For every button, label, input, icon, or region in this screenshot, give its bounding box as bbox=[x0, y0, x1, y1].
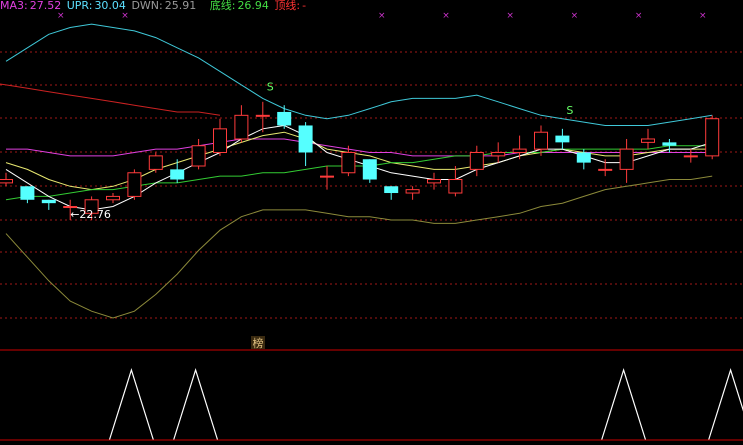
candle-body-12 bbox=[255, 114, 270, 117]
candle-body-33 bbox=[705, 118, 720, 157]
candle-body-30 bbox=[641, 138, 655, 143]
candle-body-29 bbox=[619, 148, 634, 170]
upr-series bbox=[5, 23, 713, 126]
candle-body-25 bbox=[534, 131, 548, 150]
panel-label: 榜 bbox=[253, 336, 264, 350]
ma3-label: MA3: bbox=[0, 0, 28, 12]
candle-body-21 bbox=[448, 179, 463, 194]
upr-label: UPR: bbox=[66, 0, 93, 12]
bottom-line-label: 底线: bbox=[209, 0, 236, 12]
candle-body-26 bbox=[555, 135, 570, 143]
candle-body-10 bbox=[213, 128, 227, 153]
annotation-0: ←22.76 bbox=[70, 208, 111, 221]
candle-body-2 bbox=[41, 199, 56, 204]
candle-body-0 bbox=[0, 179, 13, 184]
indicator-legend: MA3: 27.52 UPR: 30.04 DWN: 25.91 底线: 26.94 顶… bbox=[0, 0, 308, 14]
candle-body-9 bbox=[191, 145, 206, 167]
bottom-line-value: 26.94 bbox=[237, 0, 269, 12]
ma3-value: 27.52 bbox=[29, 0, 62, 12]
stock-chart-window: × × × × × × × × ←22.76 S S 榜 MA3: 27.52 UPR: 30.04 DW… bbox=[0, 0, 743, 445]
candle-body-24 bbox=[512, 148, 527, 153]
candle-body-16 bbox=[341, 151, 356, 174]
top-marker-6: × bbox=[635, 11, 643, 21]
top-marker-3: × bbox=[442, 11, 450, 21]
indicator-spike-0 bbox=[108, 367, 154, 441]
candle-body-27 bbox=[576, 152, 591, 163]
top-marker-7: × bbox=[699, 11, 707, 21]
candle-body-11 bbox=[234, 114, 249, 140]
candlestick-chart: × × × × × × × ×←22.76SS榜 bbox=[0, 11, 743, 441]
candle-body-19 bbox=[405, 189, 420, 194]
candle-body-17 bbox=[362, 159, 377, 180]
top-line-value: - bbox=[302, 0, 307, 12]
candle-body-22 bbox=[469, 151, 484, 170]
candle-body-15 bbox=[320, 175, 334, 178]
candle-body-28 bbox=[598, 168, 613, 171]
candle-body-13 bbox=[277, 111, 292, 126]
candle-body-20 bbox=[427, 179, 441, 184]
candle-body-8 bbox=[170, 169, 185, 180]
top-marker-2: × bbox=[378, 11, 386, 21]
annotation-2: S bbox=[566, 104, 573, 117]
indicator-spike-3 bbox=[708, 367, 743, 441]
candle-body-14 bbox=[298, 125, 313, 153]
candle-body-31 bbox=[662, 142, 677, 146]
candle-body-6 bbox=[127, 172, 142, 197]
dwn-label: DWN: bbox=[131, 0, 163, 12]
top-line-series bbox=[0, 83, 221, 116]
top-marker-5: × bbox=[571, 11, 579, 21]
candle-body-1 bbox=[20, 186, 35, 200]
ma-yellow-series bbox=[5, 131, 713, 191]
indicator-spike-2 bbox=[601, 367, 647, 441]
indicator-spike-1 bbox=[173, 367, 219, 441]
dwn-value: 25.91 bbox=[164, 0, 197, 12]
ma-magenta-series bbox=[6, 138, 713, 157]
upr-value: 30.04 bbox=[94, 0, 126, 12]
candle-body-32 bbox=[683, 155, 698, 158]
top-line-label: 顶线: bbox=[274, 0, 301, 12]
candle-body-5 bbox=[106, 195, 120, 201]
annotation-1: S bbox=[267, 80, 274, 93]
candle-body-18 bbox=[384, 186, 399, 194]
candle-body-7 bbox=[148, 155, 163, 170]
candle-body-23 bbox=[491, 151, 506, 157]
top-marker-4: × bbox=[506, 11, 514, 21]
